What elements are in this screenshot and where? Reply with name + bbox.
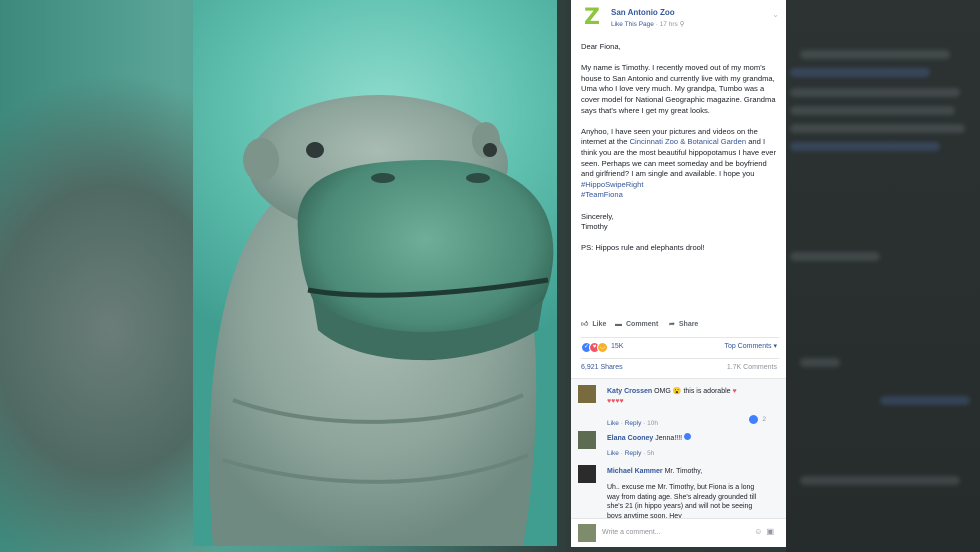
divider	[581, 358, 779, 359]
blurred-text-line	[880, 396, 970, 405]
comment-reply-link[interactable]: Reply	[625, 420, 642, 427]
reply-text: Uh.. excuse me Mr. Timothy, but Fiona is…	[607, 484, 757, 519]
like-page-link[interactable]: Like This Page	[611, 21, 654, 28]
like-emoji-icon	[684, 433, 692, 440]
share-button[interactable]: ➦ Share	[669, 320, 698, 331]
avatar[interactable]	[578, 385, 596, 403]
hashtag-link[interactable]: #HippoSwipeRight	[581, 180, 643, 189]
hashtag-link[interactable]: #TeamFiona	[581, 190, 623, 199]
post-paragraph-1: My name is Timothy. I recently moved out…	[581, 63, 776, 115]
comment-text: Elana Cooney Jenna!!!!	[607, 433, 777, 444]
cincinnati-zoo-link[interactable]: Cincinnati Zoo & Botanical Garden	[630, 137, 747, 146]
blurred-text-line	[790, 142, 940, 151]
write-comment-bar: Write a comment... ☺▣	[571, 518, 786, 547]
blurred-text-line	[790, 88, 960, 97]
top-comments-label: Top Comments	[724, 343, 772, 350]
post-paragraph-2: Anyhoo, I have seen your pictures and vi…	[581, 127, 779, 201]
shares-count[interactable]: 6,921 Shares	[581, 363, 623, 374]
post-body: Dear Fiona, My name is Timothy. I recent…	[581, 42, 779, 264]
comment-time[interactable]: 10h	[647, 420, 658, 427]
commenter-name[interactable]: Elana Cooney	[607, 435, 653, 442]
caret-down-icon: ▾	[773, 343, 777, 350]
comment-button[interactable]: ▬ Comment	[615, 320, 658, 331]
blurred-text-line	[790, 124, 965, 133]
blurred-text-line	[800, 50, 950, 59]
comments-count[interactable]: 1.7K Comments	[727, 363, 777, 374]
comment-actions: Like · Reply · 5h	[607, 450, 655, 457]
share-icon: ➦	[669, 321, 675, 328]
hippo-photo	[193, 0, 557, 546]
blurred-text-line	[790, 106, 955, 115]
avatar[interactable]	[578, 431, 596, 449]
post-closing: Sincerely, Timothy	[581, 212, 779, 233]
user-avatar	[578, 524, 596, 542]
comment-body: Mr. Timothy,	[664, 468, 703, 475]
zoo-logo-icon[interactable]: Z	[581, 7, 603, 29]
comment-reply-link[interactable]: Reply	[625, 450, 642, 457]
facebook-post-card: Z San Antonio Zoo Like This Page · 17 hr…	[571, 0, 786, 547]
comment-text: Katy Crossen OMG 😮 this is adorable ♥ ♥♥♥…	[607, 387, 777, 407]
comment-time[interactable]: 5h	[647, 450, 654, 457]
camera-icon[interactable]: ▣	[766, 527, 778, 536]
reaction-count[interactable]: 15K	[611, 342, 623, 353]
comment-like-icon	[749, 415, 758, 424]
thumbs-up-icon: 👍︎	[581, 321, 589, 328]
post-ps: PS: Hippos rule and elephants drool!	[581, 243, 705, 253]
closing-text: Sincerely,	[581, 211, 614, 221]
divider	[581, 337, 779, 338]
reactions-row: ✓ ♥ ◡ 15K Top Comments ▾	[581, 340, 779, 354]
write-comment-input[interactable]: Write a comment...	[602, 528, 661, 539]
avatar[interactable]	[578, 465, 596, 483]
comment-body: Jenna!!!!	[655, 435, 683, 442]
comment-like-link[interactable]: Like	[607, 420, 619, 427]
post-actions: 👍︎ Like ▬ Comment ➦ Share	[581, 320, 779, 334]
comment-text: Michael Kammer Mr. Timothy,	[607, 467, 777, 477]
commenter-name[interactable]: Michael Kammer	[607, 468, 663, 475]
comment-like-link[interactable]: Like	[607, 450, 619, 457]
blurred-text-line	[800, 358, 840, 367]
commenter-name[interactable]: Katy Crossen	[607, 388, 652, 395]
wow-emoji-icon: 😮	[672, 388, 682, 395]
comment-tools: ☺▣	[754, 527, 778, 538]
post-meta: Like This Page · 17 hrs ⚲	[611, 21, 685, 28]
globe-icon: ⚲	[679, 21, 685, 28]
post-greeting: Dear Fiona,	[581, 42, 621, 51]
post-time[interactable]: 17 hrs	[660, 21, 678, 28]
page-name-link[interactable]: San Antonio Zoo	[611, 8, 675, 19]
comments-section: Katy Crossen OMG 😮 this is adorable ♥ ♥♥♥…	[571, 378, 786, 519]
post-header: Z San Antonio Zoo Like This Page · 17 hr…	[581, 6, 781, 32]
share-label: Share	[678, 321, 699, 328]
blurred-text-line	[800, 476, 960, 485]
emoji-icon[interactable]: ☺	[754, 527, 766, 536]
share-comment-counts: 6,921 Shares 1.7K Comments	[581, 363, 779, 373]
comment-body: OMG	[654, 388, 671, 395]
comment-body: this is adorable	[683, 388, 731, 395]
comment-icon: ▬	[615, 321, 622, 328]
top-comments-dropdown[interactable]: Top Comments ▾	[724, 342, 777, 353]
haha-reaction-icon[interactable]: ◡	[597, 342, 608, 353]
signature-text: Timothy	[581, 222, 608, 232]
blurred-feed-area	[786, 0, 980, 552]
like-button[interactable]: 👍︎ Like	[581, 320, 606, 331]
comment-label: Comment	[626, 321, 659, 328]
like-label: Like	[592, 321, 607, 328]
blurred-text-line	[790, 252, 880, 261]
chevron-down-icon[interactable]: ⌄	[772, 10, 779, 21]
comment-actions: Like · Reply · 10h	[607, 420, 658, 427]
comment-like-count[interactable]: 2	[762, 415, 766, 426]
blurred-text-line	[790, 68, 930, 77]
